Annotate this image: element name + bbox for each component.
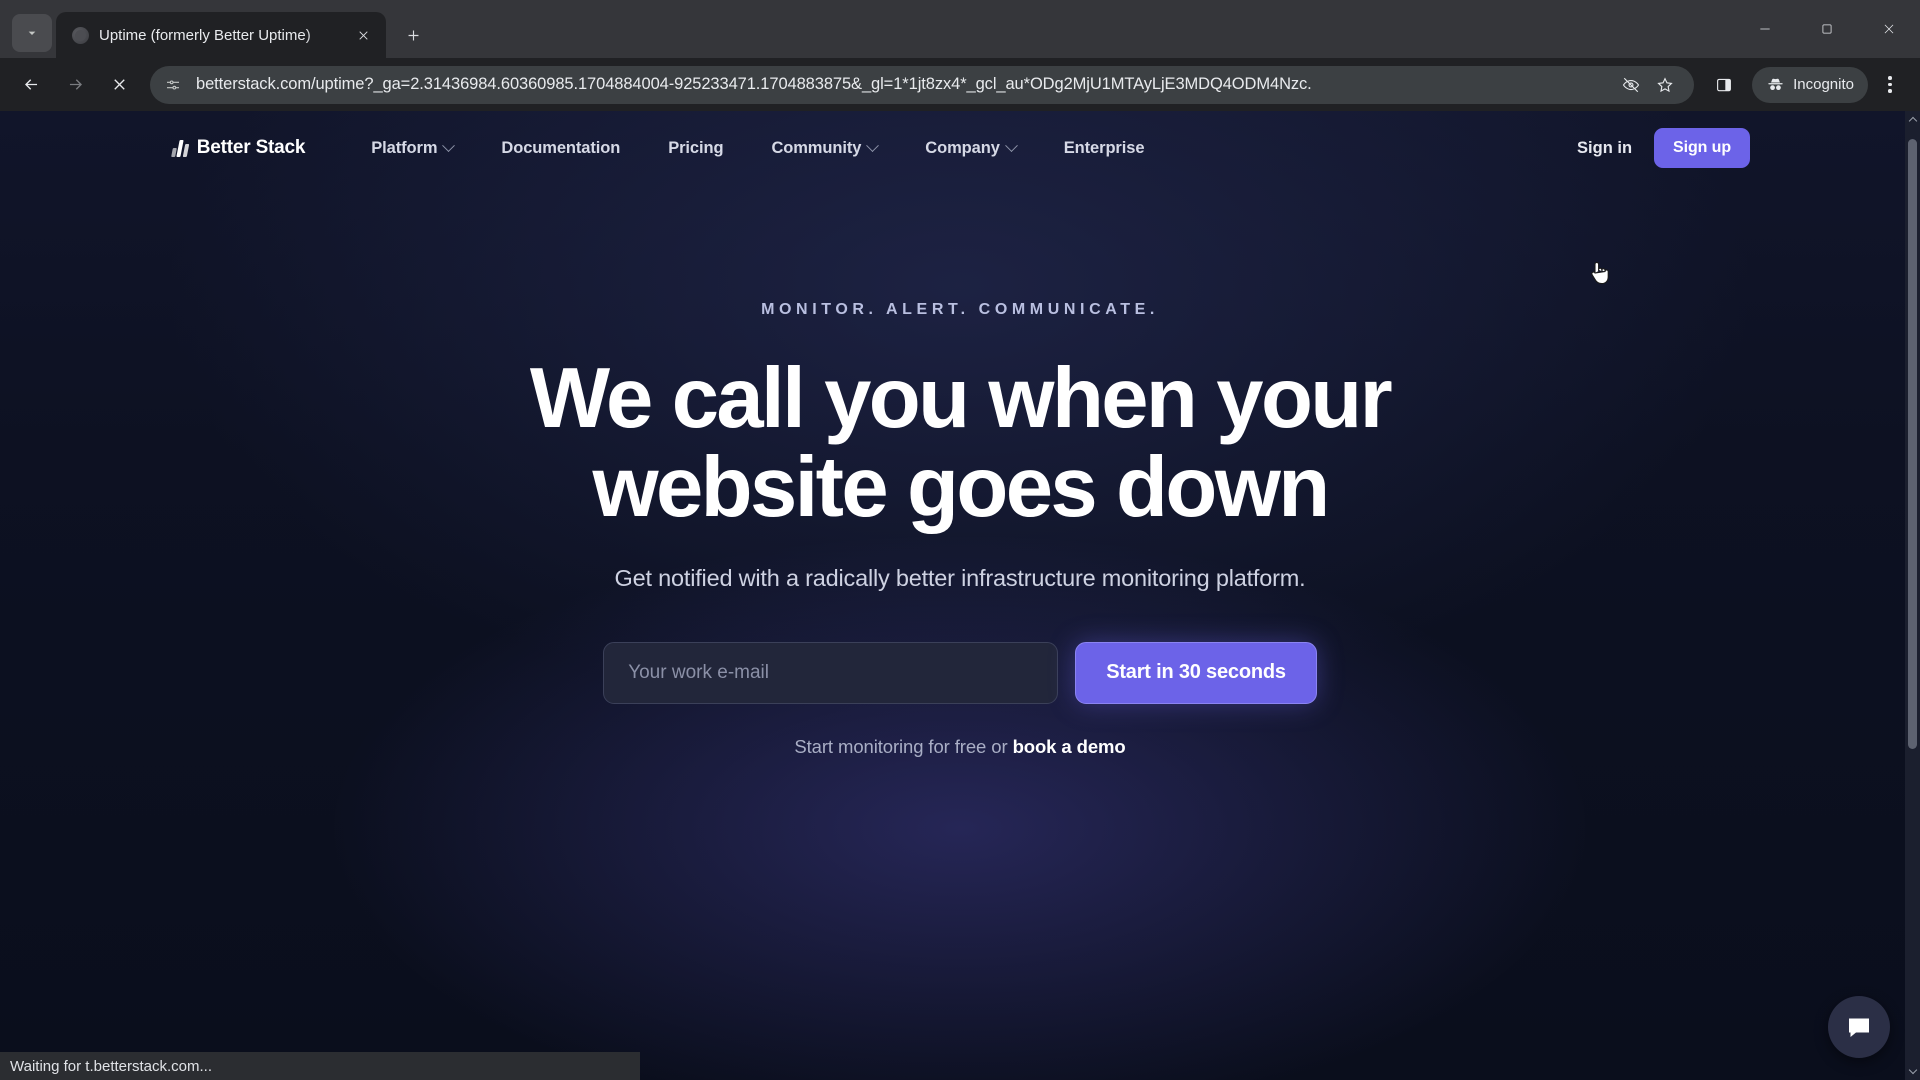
nav-item-company[interactable]: Company xyxy=(901,139,1039,158)
back-button[interactable] xyxy=(10,64,52,106)
hero-cta-note: Start monitoring for free or book a demo xyxy=(0,736,1920,758)
start-in-30-seconds-button[interactable]: Start in 30 seconds xyxy=(1075,641,1317,704)
close-icon xyxy=(1884,24,1894,34)
tab-search-button[interactable] xyxy=(12,14,52,52)
page-viewport: Better Stack Platform Documentation Pric… xyxy=(0,111,1920,1080)
incognito-label: Incognito xyxy=(1793,76,1854,93)
stop-loading-button[interactable] xyxy=(98,64,140,106)
nav-links: Platform Documentation Pricing Community xyxy=(347,139,1168,158)
browser-menu-button[interactable] xyxy=(1870,65,1910,105)
site-favicon xyxy=(72,26,89,44)
address-bar-actions xyxy=(1616,70,1680,100)
hero-cta-row: Start in 30 seconds xyxy=(0,641,1920,704)
window-controls xyxy=(1734,0,1920,58)
tracking-protection-button[interactable] xyxy=(1616,70,1646,100)
side-panel-button[interactable] xyxy=(1704,65,1744,105)
forward-button[interactable] xyxy=(54,64,96,106)
address-bar[interactable]: betterstack.com/uptime?_ga=2.31436984.60… xyxy=(150,65,1695,104)
sign-up-button[interactable]: Sign up xyxy=(1654,128,1750,168)
close-icon xyxy=(358,30,368,40)
minimize-button[interactable] xyxy=(1734,0,1796,58)
nav-actions: Sign in Sign up xyxy=(1577,128,1750,168)
hero-headline: We call you when your website goes down xyxy=(410,354,1510,533)
maximize-icon xyxy=(1822,24,1832,34)
headline-line-1: We call you when your xyxy=(529,351,1393,446)
chevron-down-icon xyxy=(866,138,880,152)
sign-in-link[interactable]: Sign in xyxy=(1577,139,1632,158)
browser-window: Uptime (formerly Better Uptime) betterst… xyxy=(0,0,1920,1080)
hero-subheadline: Get notified with a radically better inf… xyxy=(614,564,1306,591)
status-bar-text: Waiting for t.betterstack.com... xyxy=(10,1057,213,1075)
nav-item-platform[interactable]: Platform xyxy=(347,139,477,158)
hero-eyebrow: MONITOR. ALERT. COMMUNICATE. xyxy=(761,301,1159,318)
chevron-down-icon xyxy=(442,138,456,152)
close-window-button[interactable] xyxy=(1858,0,1920,58)
nav-item-label: Pricing xyxy=(668,138,724,157)
brand-name: Better Stack xyxy=(196,137,306,158)
page-info-icon[interactable] xyxy=(158,70,188,100)
eye-slash-icon xyxy=(1622,77,1640,92)
nav-item-label: Platform xyxy=(371,138,438,157)
cta-note-text: Start monitoring for free or xyxy=(794,735,1013,757)
browser-toolbar: betterstack.com/uptime?_ga=2.31436984.60… xyxy=(0,58,1920,111)
tab-close-button[interactable] xyxy=(350,22,376,48)
tune-icon xyxy=(167,79,179,90)
hero-section: MONITOR. ALERT. COMMUNICATE. We call you… xyxy=(0,185,1920,758)
work-email-input[interactable] xyxy=(603,641,1059,704)
star-icon xyxy=(1657,76,1673,92)
chat-bubble-icon xyxy=(1849,1018,1869,1037)
nav-item-pricing[interactable]: Pricing xyxy=(644,139,747,158)
incognito-hat-icon xyxy=(1768,78,1783,91)
stop-loading-icon xyxy=(113,79,125,90)
brand-logo[interactable]: Better Stack xyxy=(171,137,306,159)
scroll-down-arrow[interactable] xyxy=(1905,1062,1920,1078)
bookmark-button[interactable] xyxy=(1650,70,1680,100)
new-tab-button[interactable] xyxy=(396,18,430,52)
address-bar-url: betterstack.com/uptime?_ga=2.31436984.60… xyxy=(196,75,1312,93)
chevron-down-icon xyxy=(1004,138,1018,152)
better-stack-logo-icon xyxy=(171,139,190,157)
scrollbar-thumb[interactable] xyxy=(1908,139,1917,749)
site-navigation: Better Stack Platform Documentation Pric… xyxy=(0,111,1920,185)
headline-line-2: website goes down xyxy=(592,440,1330,536)
nav-item-label: Enterprise xyxy=(1063,138,1145,157)
status-bar: Waiting for t.betterstack.com... xyxy=(0,1052,640,1080)
nav-item-community[interactable]: Community xyxy=(747,139,901,158)
incognito-indicator[interactable]: Incognito xyxy=(1752,66,1868,103)
minimize-icon xyxy=(1760,28,1770,30)
side-panel-icon xyxy=(1717,78,1732,91)
plus-icon xyxy=(408,30,418,40)
back-arrow-icon xyxy=(24,79,37,90)
book-a-demo-link[interactable]: book a demo xyxy=(1013,736,1126,757)
tab-title: Uptime (formerly Better Uptime) xyxy=(99,26,311,44)
nav-item-enterprise[interactable]: Enterprise xyxy=(1040,139,1169,158)
maximize-button[interactable] xyxy=(1796,0,1858,58)
nav-item-label: Company xyxy=(925,138,1000,157)
chat-widget-button[interactable] xyxy=(1828,996,1890,1058)
chevron-down-icon xyxy=(28,31,36,35)
scroll-up-arrow[interactable] xyxy=(1905,113,1920,129)
browser-tab[interactable]: Uptime (formerly Better Uptime) xyxy=(56,12,386,58)
nav-item-label: Documentation xyxy=(501,138,621,157)
nav-item-label: Community xyxy=(771,138,862,157)
tab-strip: Uptime (formerly Better Uptime) xyxy=(0,0,1920,58)
page-scrollbar[interactable] xyxy=(1905,111,1920,1080)
forward-arrow-icon xyxy=(69,79,82,90)
three-dot-menu-icon xyxy=(1888,76,1892,80)
nav-item-documentation[interactable]: Documentation xyxy=(477,139,644,158)
betterstack-uptime-page: Better Stack Platform Documentation Pric… xyxy=(0,111,1920,1080)
